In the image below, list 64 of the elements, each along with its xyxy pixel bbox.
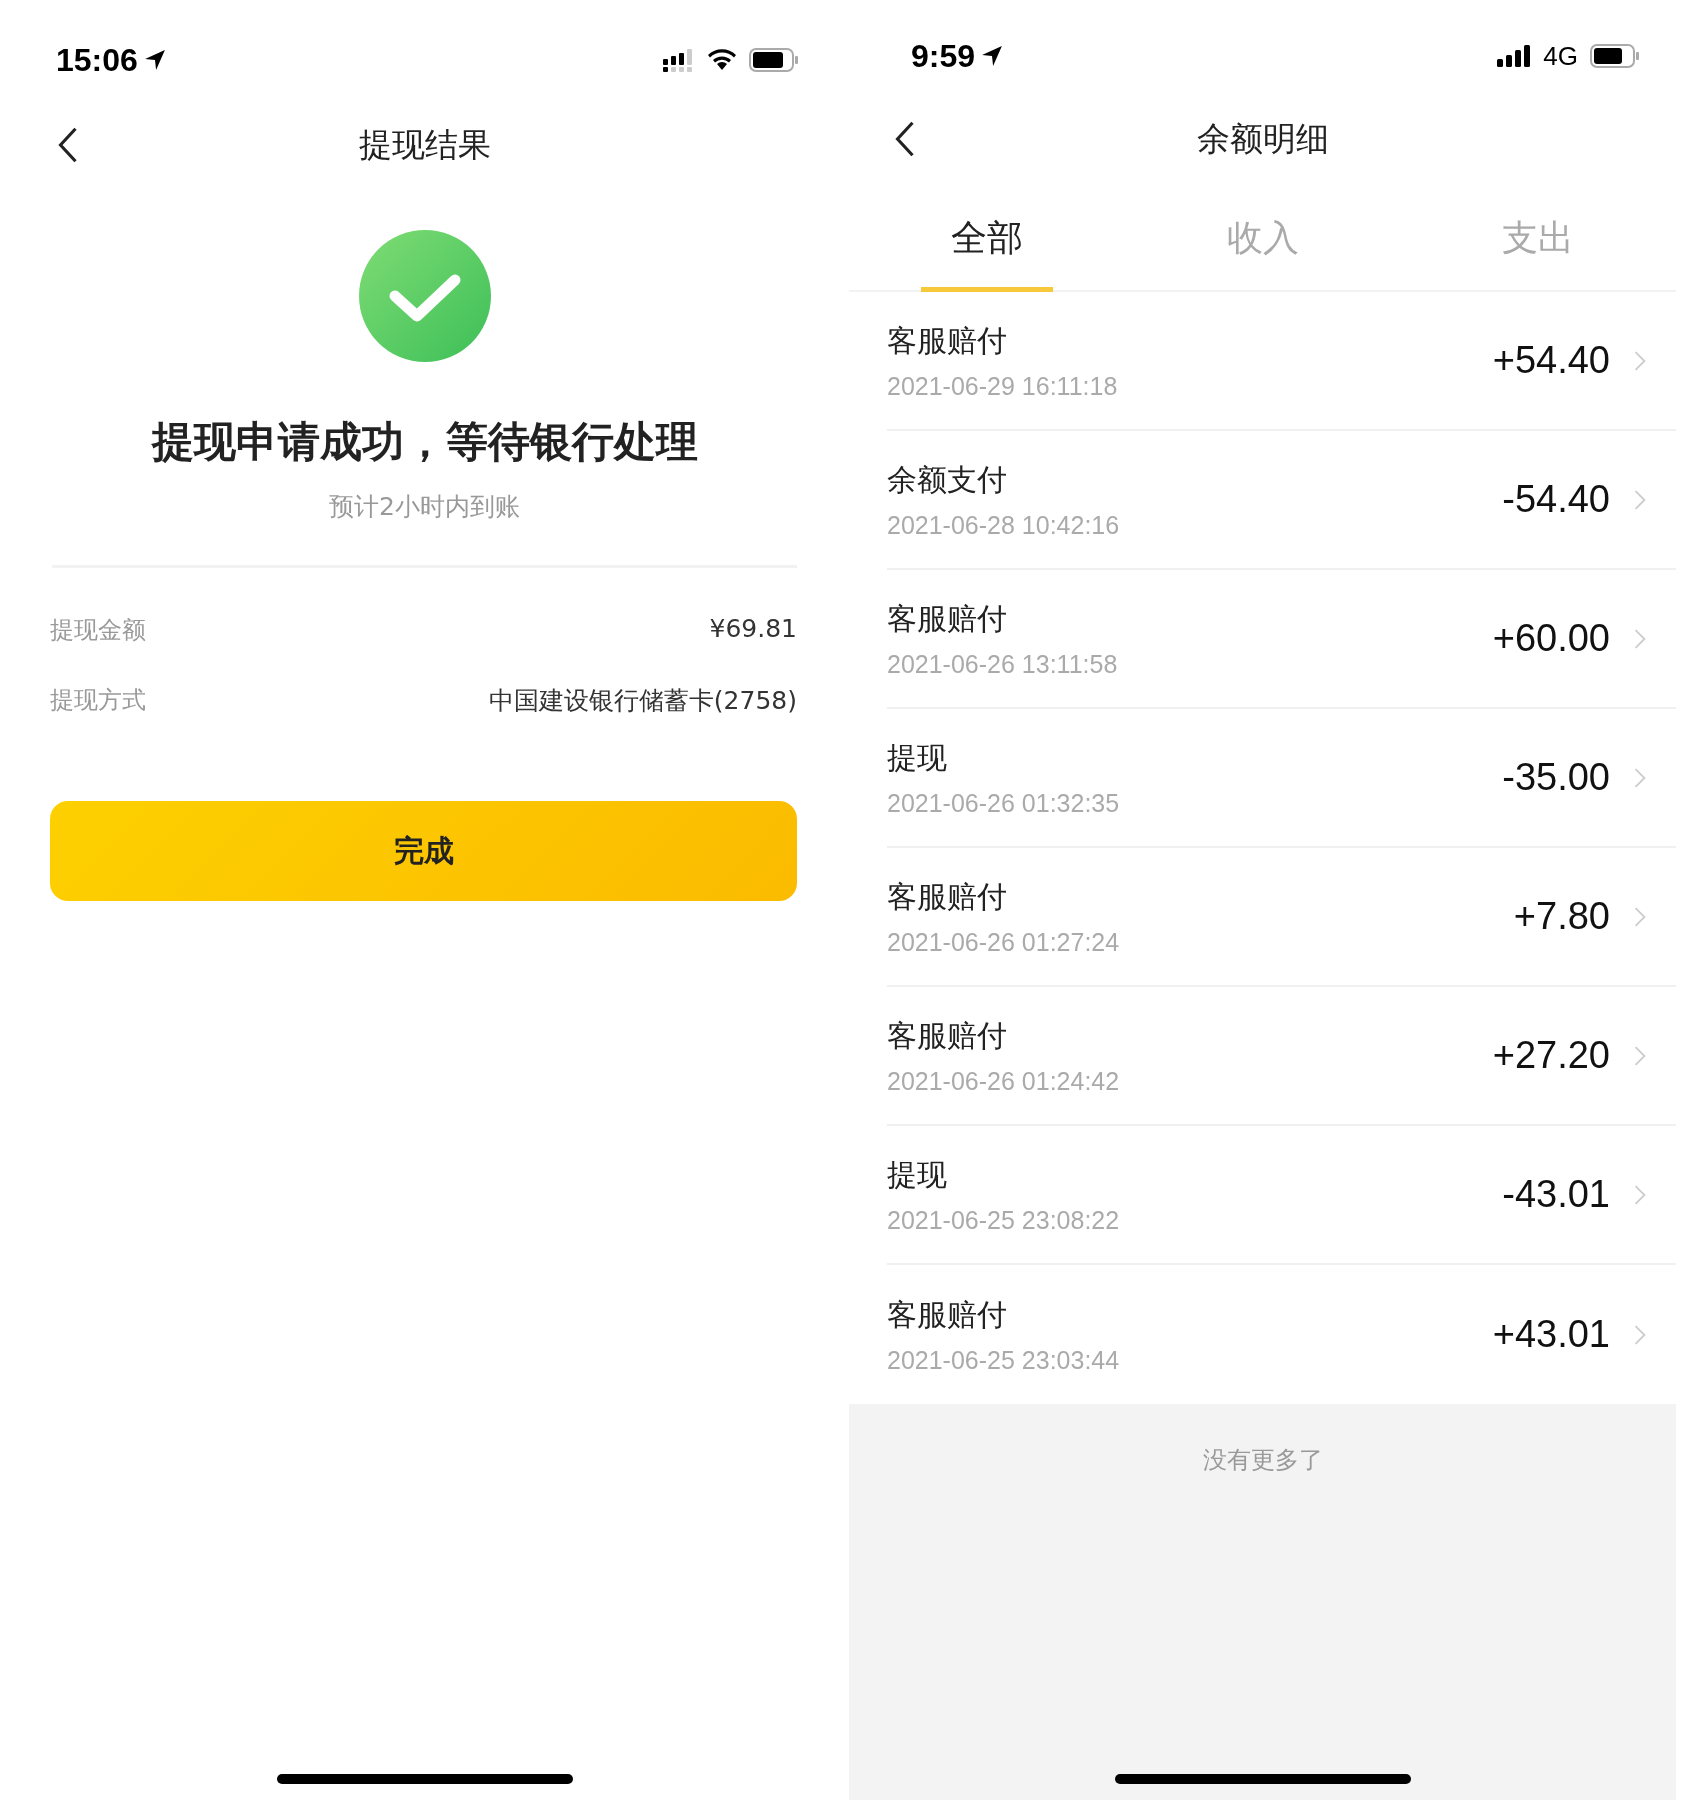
transaction-amount: +60.00: [1492, 617, 1610, 660]
status-time: 15:06: [56, 41, 138, 79]
transaction-row[interactable]: 提现 2021-06-25 23:08:22 -43.01: [887, 1126, 1676, 1265]
transaction-title: 提现: [887, 738, 948, 777]
battery-icon: [1590, 44, 1640, 68]
transaction-date: 2021-06-28 10:42:16: [887, 510, 1121, 540]
transaction-date: 2021-06-26 01:27:24: [887, 927, 1121, 957]
location-arrow-icon: [143, 49, 166, 71]
signal-icon: [1497, 45, 1532, 67]
transaction-title: 客服赔付: [887, 321, 1008, 360]
chevron-right-icon: [1634, 767, 1646, 788]
transaction-date: 2021-06-25 23:08:22: [887, 1205, 1121, 1235]
transaction-amount: -43.01: [1502, 1173, 1610, 1216]
page-title: 提现结果: [358, 123, 491, 166]
transaction-row[interactable]: 客服赔付 2021-06-25 23:03:44 +43.01: [887, 1265, 1676, 1404]
transaction-title: 客服赔付: [887, 1016, 1008, 1055]
transaction-row[interactable]: 客服赔付 2021-06-26 01:24:42 +27.20: [887, 987, 1676, 1126]
transaction-row[interactable]: 客服赔付 2021-06-26 13:11:58 +60.00: [887, 570, 1676, 709]
transaction-title: 客服赔付: [887, 599, 1008, 638]
detail-label: 提现方式: [50, 685, 146, 716]
detail-label: 提现金额: [50, 615, 146, 646]
success-check-icon: [358, 230, 491, 362]
transaction-row[interactable]: 提现 2021-06-26 01:32:35 -35.00: [887, 709, 1676, 848]
transaction-amount: +27.20: [1492, 1034, 1610, 1077]
detail-value: 中国建设银行储蓄卡(2758): [488, 685, 797, 717]
signal-icon: [663, 47, 695, 73]
transaction-amount: +54.40: [1492, 339, 1610, 382]
chevron-right-icon: [1634, 906, 1646, 927]
transaction-date: 2021-06-29 16:11:18: [887, 371, 1119, 401]
network-type: 4G: [1543, 40, 1578, 72]
transaction-amount: +7.80: [1513, 895, 1610, 938]
back-icon[interactable]: [58, 126, 78, 164]
done-button[interactable]: 完成: [50, 801, 797, 901]
status-time: 9:59: [911, 37, 976, 75]
transaction-title: 余额支付: [887, 460, 1008, 499]
detail-value: ¥69.81: [709, 614, 797, 645]
tab[interactable]: 全部: [920, 192, 1053, 292]
chevron-right-icon: [1634, 628, 1646, 649]
transaction-row[interactable]: 客服赔付 2021-06-26 01:27:24 +7.80: [887, 848, 1676, 987]
page-title: 余额明细: [1196, 117, 1329, 160]
transaction-row[interactable]: 余额支付 2021-06-28 10:42:16 -54.40: [887, 431, 1676, 570]
chevron-right-icon: [1634, 1324, 1646, 1345]
transaction-date: 2021-06-26 01:32:35: [887, 788, 1121, 818]
battery-icon: [749, 48, 799, 72]
transaction-title: 提现: [887, 1155, 948, 1194]
location-arrow-icon: [981, 45, 1004, 67]
no-more-text: 没有更多了: [1202, 1445, 1323, 1476]
back-icon[interactable]: [895, 120, 915, 158]
chevron-right-icon: [1634, 489, 1646, 510]
transaction-row[interactable]: 客服赔付 2021-06-29 16:11:18 +54.40: [887, 292, 1676, 431]
transaction-title: 客服赔付: [887, 1295, 1008, 1334]
chevron-right-icon: [1634, 1045, 1646, 1066]
transaction-date: 2021-06-26 13:11:58: [887, 649, 1119, 679]
transaction-amount: -54.40: [1502, 478, 1610, 521]
transaction-amount: +43.01: [1492, 1313, 1610, 1356]
result-heading: 提现申请成功，等待银行处理: [150, 416, 699, 468]
transaction-title: 客服赔付: [887, 877, 1008, 916]
result-subtitle: 预计2小时内到账: [328, 491, 521, 523]
transaction-date: 2021-06-26 01:24:42: [887, 1066, 1121, 1096]
transaction-amount: -35.00: [1502, 756, 1610, 799]
chevron-right-icon: [1634, 1184, 1646, 1205]
chevron-right-icon: [1634, 350, 1646, 371]
wifi-icon: [707, 49, 737, 71]
transaction-date: 2021-06-25 23:03:44: [887, 1345, 1121, 1375]
